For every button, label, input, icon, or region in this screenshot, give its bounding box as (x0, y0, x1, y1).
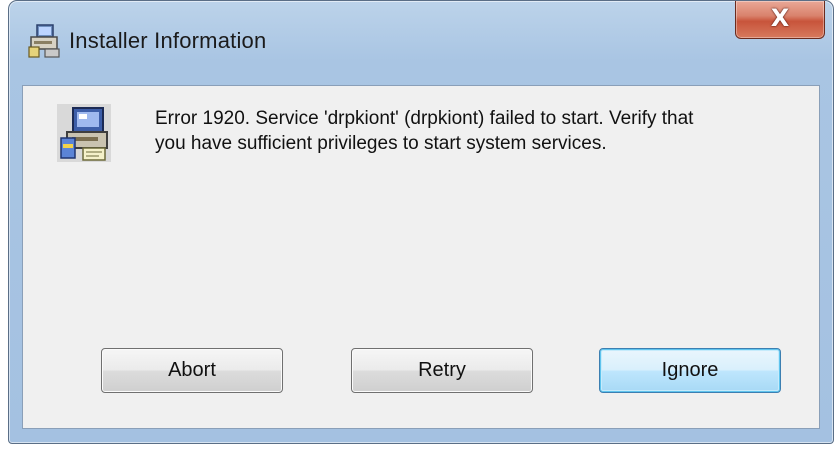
ignore-button[interactable]: Ignore (599, 348, 781, 393)
installer-icon (25, 21, 65, 59)
dialog-client-area: Error 1920. Service 'drpkiont' (drpkiont… (22, 85, 820, 429)
close-icon: X (770, 4, 790, 32)
close-button[interactable]: X (735, 1, 825, 39)
title-bar[interactable]: Installer Information X (9, 1, 833, 85)
error-message: Error 1920. Service 'drpkiont' (drpkiont… (155, 108, 694, 154)
installer-information-dialog: Installer Information X Error 1920. Serv… (8, 0, 834, 444)
computer-installer-icon (57, 104, 111, 162)
abort-button[interactable]: Abort (101, 348, 283, 393)
retry-button[interactable]: Retry (351, 348, 533, 393)
window-title: Installer Information (69, 28, 267, 53)
